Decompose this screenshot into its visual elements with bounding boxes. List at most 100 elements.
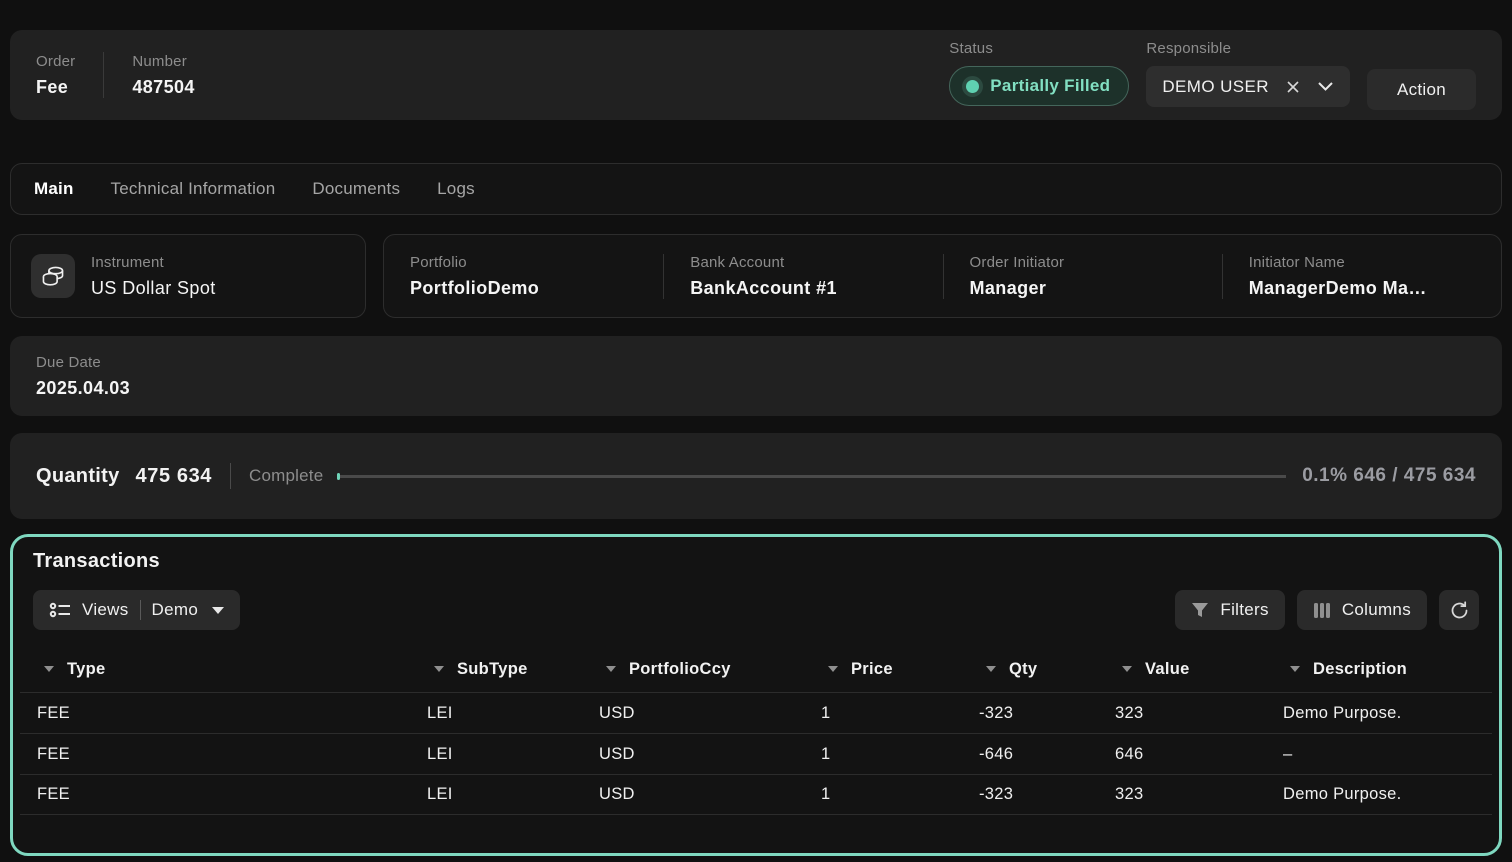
responsible-select[interactable]: DEMO USER (1146, 66, 1350, 107)
responsible-label: Responsible (1146, 40, 1350, 57)
initiator-name-label: Initiator Name (1249, 254, 1501, 271)
complete-label: Complete (249, 466, 323, 486)
columns-label: Columns (1342, 600, 1411, 620)
cell-subtype: LEI (410, 745, 582, 764)
instrument-field: Instrument US Dollar Spot (91, 254, 216, 299)
cell-portfolioccy: USD (582, 704, 804, 723)
progress-bar (337, 473, 1286, 480)
column-label: Type (67, 660, 106, 679)
order-field: Order Fee (36, 53, 103, 98)
column-header-description[interactable]: Description (1266, 660, 1492, 679)
sort-caret-icon[interactable] (1122, 666, 1132, 672)
cell-description: Demo Purpose. (1266, 704, 1492, 723)
cell-value: 323 (1098, 704, 1266, 723)
chevron-down-icon[interactable] (1317, 81, 1334, 92)
instrument-card: Instrument US Dollar Spot (10, 234, 366, 318)
column-header-value[interactable]: Value (1098, 660, 1266, 679)
views-button[interactable]: Views Demo (33, 590, 240, 630)
columns-button[interactable]: Columns (1297, 590, 1427, 630)
tab-documents[interactable]: Documents (312, 179, 400, 199)
column-label: Price (851, 660, 893, 679)
tab-bar: Main Technical Information Documents Log… (10, 163, 1502, 215)
column-label: Description (1313, 660, 1407, 679)
bank-account-value: BankAccount #1 (690, 278, 942, 299)
cell-qty: -323 (962, 785, 1098, 804)
cell-price: 1 (804, 785, 962, 804)
column-label: SubType (457, 660, 528, 679)
sort-caret-icon[interactable] (828, 666, 838, 672)
responsible-value: DEMO USER (1162, 77, 1269, 97)
table-header-row: Type SubType PortfolioCcy Price Qty Valu… (20, 646, 1492, 692)
transactions-title: Transactions (20, 550, 1492, 573)
sort-caret-icon[interactable] (434, 666, 444, 672)
status-value: Partially Filled (990, 76, 1110, 96)
portfolio-label: Portfolio (410, 254, 663, 271)
cell-type: FEE (20, 785, 410, 804)
header-divider (103, 52, 104, 98)
quantity-value: 475 634 (136, 465, 213, 488)
order-initiator-value: Manager (970, 278, 1222, 299)
views-icon (49, 600, 71, 620)
cell-description: Demo Purpose. (1266, 785, 1492, 804)
status-group: Status Partially Filled (949, 40, 1129, 106)
table-row[interactable]: FEE LEI USD 1 -323 323 Demo Purpose. (20, 774, 1492, 815)
instrument-label: Instrument (91, 254, 216, 271)
cell-type: FEE (20, 704, 410, 723)
refresh-icon (1449, 600, 1470, 621)
progress-text: 0.1% 646 / 475 634 (1302, 465, 1476, 487)
column-header-portfolioccy[interactable]: PortfolioCcy (582, 660, 804, 679)
transactions-toolbar: Views Demo Filters Columns (20, 590, 1492, 630)
bank-account-label: Bank Account (690, 254, 942, 271)
bank-account-field: Bank Account BankAccount #1 (663, 254, 942, 299)
order-header-card: Order Fee Number 487504 Status Partially… (10, 30, 1502, 120)
number-value: 487504 (132, 77, 194, 98)
sort-caret-icon[interactable] (44, 666, 54, 672)
status-label: Status (949, 40, 1129, 57)
table-row[interactable]: FEE LEI USD 1 -323 323 Demo Purpose. (20, 692, 1492, 733)
order-label: Order (36, 53, 75, 70)
cell-value: 323 (1098, 785, 1266, 804)
cell-portfolioccy: USD (582, 745, 804, 764)
column-label: Qty (1009, 660, 1037, 679)
column-header-subtype[interactable]: SubType (410, 660, 582, 679)
filters-label: Filters (1220, 600, 1268, 620)
sort-caret-icon[interactable] (986, 666, 996, 672)
tab-logs[interactable]: Logs (437, 179, 475, 199)
filters-button[interactable]: Filters (1175, 590, 1284, 630)
order-initiator-label: Order Initiator (970, 254, 1222, 271)
initiator-name-value: ManagerDemo Ma… (1249, 278, 1501, 299)
filter-icon (1191, 602, 1209, 619)
cell-value: 646 (1098, 745, 1266, 764)
number-field: Number 487504 (132, 53, 222, 98)
due-date-label: Due Date (36, 354, 1476, 371)
instrument-value: US Dollar Spot (91, 278, 216, 299)
status-dot-icon (966, 80, 979, 93)
table-row[interactable]: FEE LEI USD 1 -646 646 – (20, 733, 1492, 774)
cell-subtype: LEI (410, 704, 582, 723)
sort-caret-icon[interactable] (1290, 666, 1300, 672)
cell-price: 1 (804, 745, 962, 764)
column-label: PortfolioCcy (629, 660, 731, 679)
tab-technical-information[interactable]: Technical Information (111, 179, 276, 199)
tab-main[interactable]: Main (34, 179, 74, 199)
progress-track (340, 475, 1286, 478)
views-divider (140, 600, 141, 620)
column-header-price[interactable]: Price (804, 660, 962, 679)
portfolio-field: Portfolio PortfolioDemo (384, 254, 663, 299)
views-caret-icon (212, 607, 224, 614)
refresh-button[interactable] (1439, 590, 1479, 630)
number-label: Number (132, 53, 194, 70)
due-date-card: Due Date 2025.04.03 (10, 336, 1502, 416)
action-button[interactable]: Action (1367, 69, 1476, 110)
sort-caret-icon[interactable] (606, 666, 616, 672)
initiator-name-field: Initiator Name ManagerDemo Ma… (1222, 254, 1501, 299)
cell-type: FEE (20, 745, 410, 764)
view-name: Demo (152, 600, 199, 620)
clear-responsible-icon[interactable] (1285, 79, 1301, 95)
coins-icon (31, 254, 75, 298)
column-header-qty[interactable]: Qty (962, 660, 1098, 679)
column-header-type[interactable]: Type (20, 660, 410, 679)
cell-qty: -646 (962, 745, 1098, 764)
quantity-label: Quantity (36, 465, 120, 488)
columns-icon (1313, 602, 1331, 619)
